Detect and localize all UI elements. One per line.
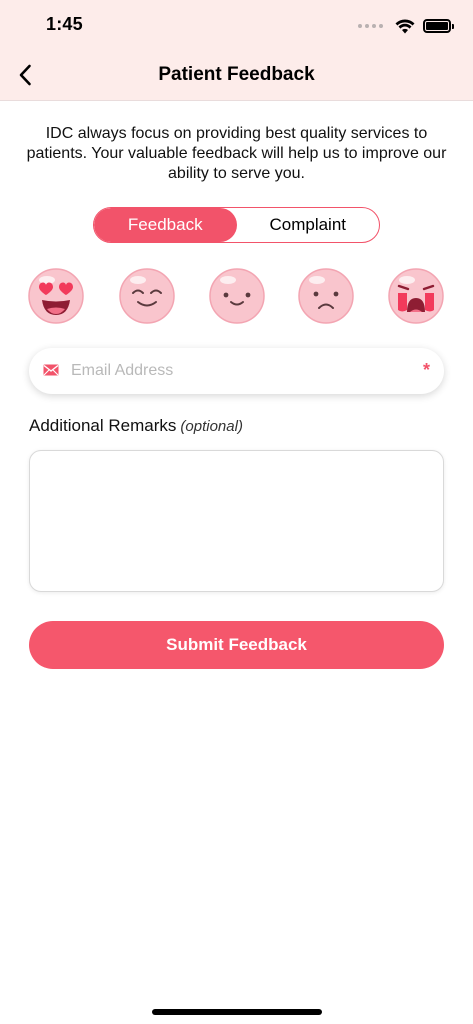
email-input[interactable]	[71, 348, 411, 394]
happy-emoji-icon[interactable]	[118, 266, 176, 324]
segment-feedback[interactable]: Feedback	[94, 208, 237, 242]
remarks-box	[29, 450, 444, 592]
required-indicator: *	[422, 360, 430, 380]
intro-text: IDC always focus on providing best quali…	[26, 125, 447, 182]
signal-icon	[358, 24, 383, 28]
remarks-label: Additional Remarks (optional)	[29, 416, 243, 436]
remarks-textarea[interactable]	[30, 451, 443, 591]
patient-feedback-screen: 1:45 Patient Feedback IDC always focus o…	[0, 0, 473, 1024]
page-title: Patient Feedback	[158, 64, 315, 85]
remarks-optional-text: (optional)	[180, 418, 243, 435]
top-bar: 1:45 Patient Feedback	[0, 0, 473, 101]
status-time: 1:45	[46, 14, 83, 34]
feedback-type-segmented-control: Feedback Complaint	[93, 207, 380, 243]
home-indicator[interactable]	[152, 1009, 322, 1015]
battery-icon	[423, 19, 454, 33]
segment-complaint[interactable]: Complaint	[237, 208, 380, 242]
email-field[interactable]: *	[29, 348, 444, 394]
sad-emoji-icon[interactable]	[297, 266, 355, 324]
content-emoji-icon[interactable]	[208, 266, 266, 324]
envelope-icon	[43, 364, 59, 376]
heart-eyes-emoji-icon[interactable]	[27, 266, 85, 324]
wifi-icon	[395, 18, 415, 33]
rating-emoji-row	[0, 266, 473, 326]
submit-feedback-button[interactable]: Submit Feedback	[29, 621, 444, 669]
status-icons	[358, 16, 454, 36]
crying-emoji-icon[interactable]	[387, 266, 445, 324]
remarks-label-text: Additional Remarks	[29, 416, 177, 435]
